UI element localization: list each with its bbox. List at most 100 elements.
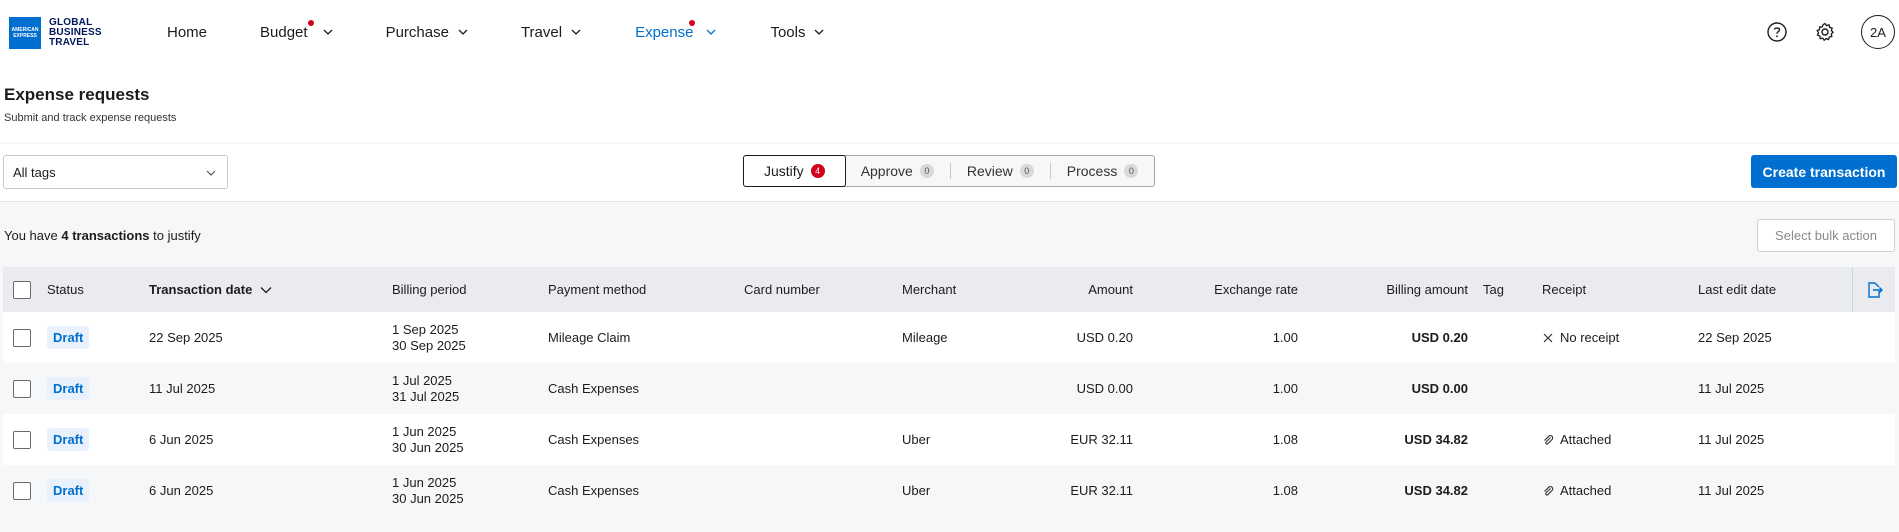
- merchant: Mileage: [902, 330, 948, 345]
- checkbox[interactable]: [13, 280, 31, 299]
- main-menu: Home Budget Purchase Travel Expense Tool…: [167, 0, 825, 64]
- nav-item-home[interactable]: Home: [167, 24, 207, 41]
- page-subtitle: Submit and track expense requests: [4, 112, 177, 124]
- col-receipt: Receipt: [1542, 282, 1587, 297]
- billing-period: 1 Sep 2025 30 Sep 2025: [392, 312, 466, 363]
- row-checkbox[interactable]: [13, 363, 31, 414]
- col-merchant: Merchant: [902, 282, 957, 297]
- last-edit-date: 11 Jul 2025: [1698, 432, 1765, 447]
- exchange-rate: 1.08: [1272, 432, 1298, 447]
- tab-label: Approve: [860, 163, 913, 179]
- select-all-checkbox[interactable]: [13, 267, 31, 312]
- col-billing-amount: Billing amount: [1386, 282, 1468, 297]
- billing-end: 30 Jun 2025: [392, 490, 464, 506]
- brand-name-line: TRAVEL: [49, 37, 90, 48]
- billing-amount: USD 34.82: [1404, 483, 1468, 498]
- checkbox[interactable]: [13, 379, 31, 398]
- toolbar: All tags Justify 4 Approve 0 Review 0 Pr…: [0, 144, 1899, 202]
- user-actions: 2A: [1765, 0, 1899, 64]
- count-badge: 0: [1019, 164, 1034, 178]
- col-transaction-date[interactable]: Transaction date: [149, 267, 273, 312]
- help-icon: [1767, 22, 1787, 42]
- count-badge: 0: [919, 164, 934, 178]
- tab-process[interactable]: Process 0: [1051, 156, 1155, 186]
- row-checkbox[interactable]: [13, 465, 31, 516]
- tab-label: Justify: [764, 163, 804, 179]
- row-checkbox[interactable]: [13, 312, 31, 363]
- payment-method: Cash Expenses: [548, 432, 640, 447]
- checkbox[interactable]: [13, 481, 31, 500]
- nav-item-travel[interactable]: Travel: [521, 24, 582, 41]
- chevron-down-icon: [706, 29, 716, 35]
- billing-start: 1 Jul 2025: [392, 372, 452, 388]
- exchange-rate: 1.00: [1272, 381, 1298, 396]
- billing-amount: USD 34.82: [1404, 432, 1468, 447]
- tab-justify[interactable]: Justify 4: [743, 155, 846, 187]
- receipt[interactable]: Attached: [1542, 414, 1611, 465]
- nav-item-purchase[interactable]: Purchase: [386, 24, 469, 41]
- status-tabs: Justify 4 Approve 0 Review 0 Process 0: [743, 155, 1156, 187]
- checkbox[interactable]: [13, 430, 31, 449]
- payment-method: Cash Expenses: [548, 381, 640, 396]
- col-last-edit-date: Last edit date: [1698, 282, 1777, 297]
- checkbox[interactable]: [13, 328, 31, 347]
- settings-icon: [1816, 22, 1834, 41]
- transactions-table: Status Transaction date Billing period P…: [3, 267, 1895, 516]
- col-tag: Tag: [1483, 282, 1504, 297]
- col-exchange-rate: Exchange rate: [1214, 282, 1298, 297]
- transaction-date: 6 Jun 2025: [149, 432, 214, 447]
- nav-item-budget[interactable]: Budget: [260, 19, 334, 41]
- nav-item-label: Budget: [260, 23, 308, 41]
- table-row[interactable]: Draft 6 Jun 2025 1 Jun 2025 30 Jun 2025 …: [3, 465, 1895, 516]
- count-badge: 4: [810, 164, 825, 178]
- status-badge: Draft: [47, 326, 90, 349]
- amount: EUR 32.11: [1070, 432, 1133, 447]
- top-navigation: AMERICAN EXPRESS GLOBAL BUSINESS TRAVEL H…: [0, 0, 1899, 64]
- nav-item-label: Home: [167, 23, 208, 41]
- transaction-date: 22 Sep 2025: [149, 330, 223, 345]
- status-badge: Draft: [47, 428, 90, 451]
- billing-end: 30 Jun 2025: [392, 439, 464, 455]
- receipt[interactable]: Attached: [1542, 465, 1611, 516]
- billing-period: 1 Jun 2025 30 Jun 2025: [392, 414, 464, 465]
- tags-select[interactable]: All tags: [3, 155, 228, 189]
- table-row[interactable]: Draft 22 Sep 2025 1 Sep 2025 30 Sep 2025…: [3, 312, 1895, 363]
- billing-end: 30 Sep 2025: [392, 337, 466, 353]
- bulk-action-button[interactable]: Select bulk action: [1757, 219, 1895, 252]
- row-checkbox[interactable]: [13, 414, 31, 465]
- col-amount: Amount: [1088, 282, 1133, 297]
- page-header: Expense requests Submit and track expens…: [0, 64, 1899, 142]
- chevron-down-icon: [815, 29, 824, 35]
- tab-review[interactable]: Review 0: [951, 156, 1050, 186]
- create-transaction-button[interactable]: Create transaction: [1751, 155, 1897, 188]
- billing-start: 1 Sep 2025: [392, 321, 459, 337]
- table-row[interactable]: Draft 6 Jun 2025 1 Jun 2025 30 Jun 2025 …: [3, 414, 1895, 465]
- last-edit-date: 11 Jul 2025: [1698, 483, 1765, 498]
- settings-button[interactable]: [1813, 20, 1837, 44]
- tab-approve[interactable]: Approve 0: [845, 156, 950, 186]
- billing-period: 1 Jul 2025 31 Jul 2025: [392, 363, 459, 414]
- nav-item-expense[interactable]: Expense: [635, 19, 717, 41]
- close-icon: [1543, 333, 1553, 342]
- avatar[interactable]: 2A: [1861, 15, 1895, 49]
- amount: USD 0.20: [1076, 330, 1133, 345]
- billing-period: 1 Jun 2025 30 Jun 2025: [392, 465, 464, 516]
- help-button[interactable]: [1765, 20, 1789, 44]
- nav-item-label: Purchase: [385, 23, 449, 41]
- col-label: Transaction date: [149, 282, 253, 297]
- tags-select-value: All tags: [13, 164, 56, 180]
- export-button[interactable]: [1852, 267, 1895, 312]
- count-badge: 0: [1124, 164, 1139, 178]
- amount: EUR 32.11: [1070, 483, 1133, 498]
- brand-logo[interactable]: AMERICAN EXPRESS GLOBAL BUSINESS TRAVEL: [9, 17, 102, 49]
- nav-item-tools[interactable]: Tools: [770, 24, 825, 41]
- summary-count: 4 transactions: [61, 228, 150, 243]
- table-row[interactable]: Draft 11 Jul 2025 1 Jul 2025 31 Jul 2025…: [3, 363, 1895, 414]
- merchant: Uber: [902, 432, 931, 447]
- paperclip-icon: [1544, 485, 1554, 496]
- col-status: Status: [47, 282, 84, 297]
- brand-name: GLOBAL BUSINESS TRAVEL: [49, 18, 102, 48]
- billing-start: 1 Jun 2025: [392, 474, 457, 490]
- export-icon: [1868, 281, 1883, 298]
- col-card-number: Card number: [744, 282, 820, 297]
